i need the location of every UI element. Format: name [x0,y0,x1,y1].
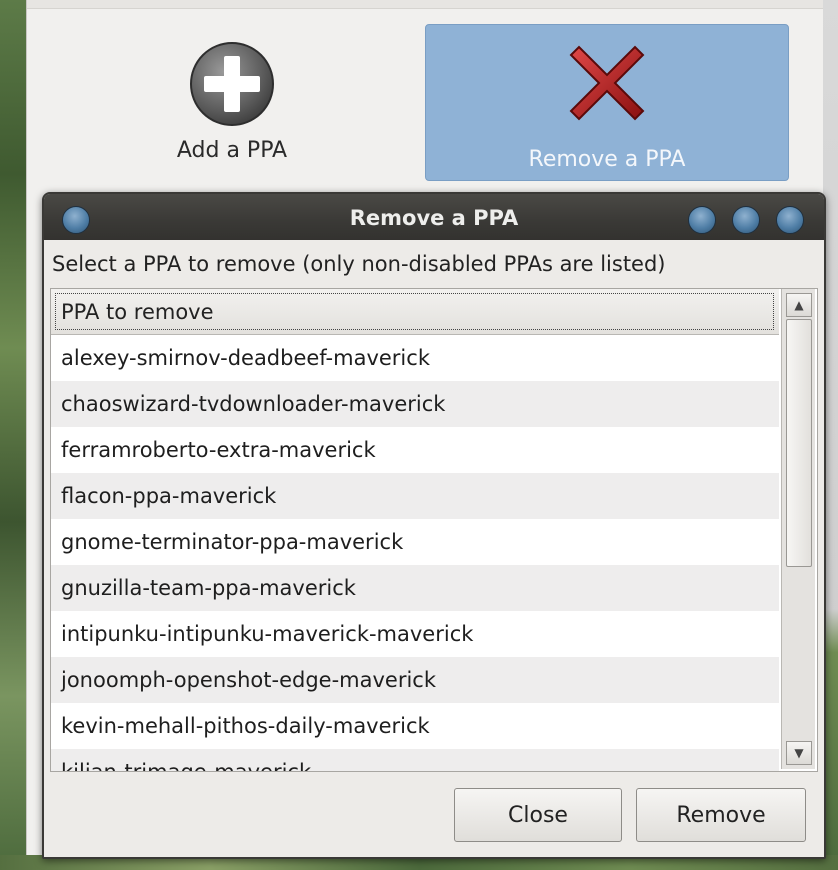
dialog-titlebar[interactable]: Remove a PPA [44,194,824,240]
column-header-label: PPA to remove [61,300,214,324]
ppa-list[interactable]: PPA to remove alexey-smirnov-deadbeef-ma… [50,288,818,772]
arrow-down-icon[interactable]: ▼ [786,741,812,765]
close-window-button[interactable] [776,206,804,234]
remove-ppa-button[interactable]: Remove a PPA [425,24,789,181]
red-x-icon [569,45,645,121]
list-item[interactable]: kevin-mehall-pithos-daily-maverick [51,703,779,749]
desktop-background-left [0,0,26,870]
list-item[interactable]: ferramroberto-extra-maverick [51,427,779,473]
list-item[interactable]: jonoomph-openshot-edge-maverick [51,657,779,703]
column-header-ppa-to-remove[interactable]: PPA to remove [51,289,779,335]
plus-circle-icon [190,42,274,126]
list-item[interactable]: alexey-smirnov-deadbeef-maverick [51,335,779,381]
remove-ppa-dialog: Remove a PPA Select a PPA to remove (onl… [42,192,826,859]
list-item[interactable]: intipunku-intipunku-maverick-maverick [51,611,779,657]
add-ppa-button[interactable]: Add a PPA [147,24,317,181]
minimize-button[interactable] [688,206,716,234]
add-ppa-label: Add a PPA [176,138,288,163]
list-item[interactable]: gnuzilla-team-ppa-maverick [51,565,779,611]
arrow-up-icon[interactable]: ▲ [786,293,812,317]
list-scrollbar[interactable]: ▲ ▼ [781,289,815,769]
close-button[interactable]: Close [454,788,622,842]
scrollbar-thumb[interactable] [786,319,812,567]
ppa-rows: alexey-smirnov-deadbeef-maverick chaoswi… [51,335,779,771]
list-item[interactable]: gnome-terminator-ppa-maverick [51,519,779,565]
list-item[interactable]: flacon-ppa-maverick [51,473,779,519]
list-item[interactable]: kilian-trimage-maverick [51,749,779,771]
dialog-prompt: Select a PPA to remove (only non-disable… [52,252,666,276]
list-item[interactable]: chaoswizard-tvdownloader-maverick [51,381,779,427]
maximize-button[interactable] [732,206,760,234]
app-top-edge [27,0,823,9]
remove-ppa-label: Remove a PPA [528,147,686,172]
remove-button[interactable]: Remove [636,788,806,842]
